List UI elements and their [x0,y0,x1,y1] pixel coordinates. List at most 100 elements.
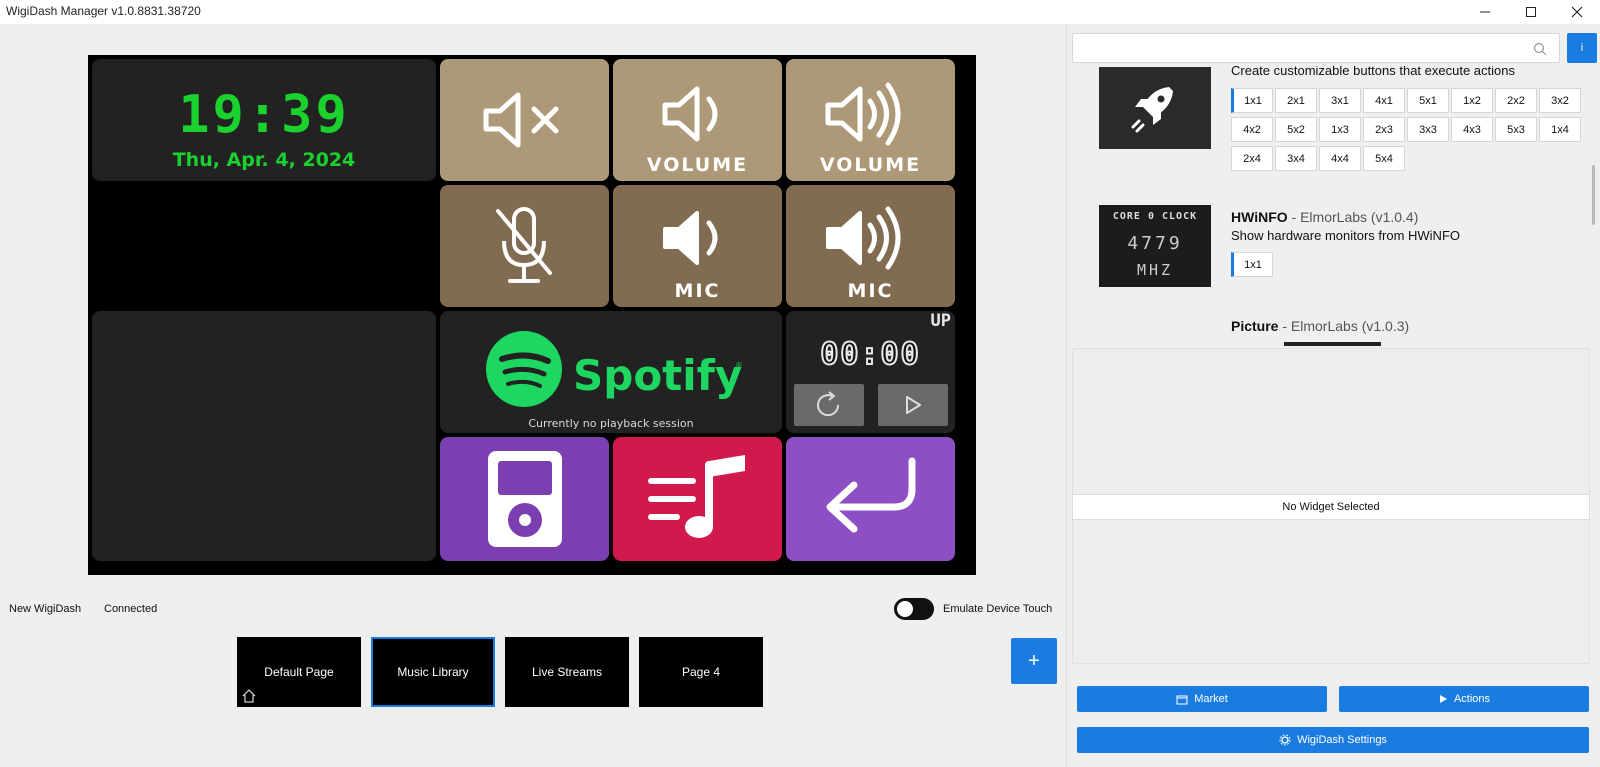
size-chip[interactable]: 2x4 [1231,146,1273,171]
close-icon [1571,6,1583,18]
search-icon [1533,42,1547,56]
page-tab-label: Default Page [264,665,334,679]
size-chip[interactable]: 5x1 [1407,88,1449,113]
wigidash-settings-button[interactable]: WigiDash Settings [1077,727,1589,753]
size-chip[interactable]: 3x1 [1319,88,1361,113]
widget-author: - ElmorLabs [1278,318,1358,334]
size-chip[interactable]: 3x2 [1539,88,1581,113]
size-chip[interactable]: 2x3 [1363,117,1405,142]
widget-list[interactable]: Create customizable buttons that execute… [1067,66,1587,348]
volume-down-tile[interactable]: VOLUME [613,59,782,181]
empty-widget-slot[interactable] [92,311,436,561]
connection-status: Connected [104,603,158,615]
mic-mute-tile[interactable] [440,185,609,307]
size-chip[interactable]: 4x1 [1363,88,1405,113]
page-tab-default[interactable]: Default Page [237,637,361,707]
mic-up-label: MIC [847,280,894,302]
size-chip[interactable]: 1x4 [1539,117,1581,142]
mic-up-tile[interactable]: MIC [786,185,955,307]
registered-mark: ® [736,361,742,370]
size-chip[interactable]: 1x3 [1319,117,1361,142]
widget-search[interactable] [1072,33,1560,63]
toggle-knob [897,601,913,617]
actions-label: Actions [1453,693,1491,705]
home-icon [242,689,256,703]
widget-version: (v1.0.4) [1370,209,1419,225]
music-player-tile[interactable] [440,437,609,561]
page-tab-music-library[interactable]: Music Library [371,637,495,707]
page-tab-label: Live Streams [531,665,603,679]
window-title: WigiDash Manager v1.0.8831.38720 [6,4,201,18]
widget-title-picture: Picture - ElmorLabs (v1.0.3) [1231,318,1409,334]
market-button[interactable]: Market [1077,686,1327,712]
search-input[interactable] [1081,39,1521,57]
page-tab-live-streams[interactable]: Live Streams [505,637,629,707]
clock-time: 19:39 [178,85,350,145]
maximize-icon [1526,7,1536,17]
widget-name: Picture [1231,318,1279,334]
mic-down-tile[interactable]: MIC [613,185,782,307]
emulate-touch-toggle[interactable] [894,598,934,620]
widget-description: Show hardware monitors from HWiNFO [1231,228,1460,243]
minimize-button[interactable] [1462,0,1508,24]
splitter-handle[interactable] [1284,342,1381,346]
size-chip[interactable]: 4x3 [1451,117,1493,142]
device-name: New WigiDash [9,603,82,615]
add-page-button[interactable]: + [1011,638,1057,684]
play-icon [906,396,921,414]
page-tab-label: Page 4 [681,665,721,679]
playlist-tile[interactable] [613,437,782,561]
size-chip[interactable]: 4x4 [1319,146,1361,171]
widget-list-scrollbar[interactable] [1592,165,1595,225]
info-button[interactable]: i [1567,33,1597,63]
size-chip[interactable]: 1x2 [1451,88,1493,113]
spotify-status: Currently no playback session [528,417,694,430]
hwinfo-thumb-title: CORE 0 CLOCK [1112,211,1198,222]
actions-button[interactable]: Actions [1339,686,1589,712]
size-chip[interactable]: 5x3 [1495,117,1537,142]
volume-up-tile[interactable]: VOLUME [786,59,955,181]
size-chip[interactable]: 1x1 [1231,252,1273,277]
widget-version: (v1.0.3) [1361,318,1410,334]
spotify-widget[interactable]: Spotify ® Currently no playback session [440,311,782,433]
size-chip[interactable]: 2x1 [1275,88,1317,113]
size-chip[interactable]: 5x2 [1275,117,1317,142]
minimize-icon [1480,11,1490,13]
size-chip[interactable]: 4x2 [1231,117,1273,142]
clock-date: Thu, Apr. 4, 2024 [172,149,356,171]
timer-play-button[interactable] [878,384,948,426]
no-widget-selected: No Widget Selected [1072,494,1590,520]
timer-reset-button[interactable] [794,384,864,426]
rocket-icon [1131,87,1173,133]
store-icon [1176,695,1188,705]
size-chip[interactable]: 1x1 [1231,88,1273,113]
size-chip[interactable]: 3x3 [1407,117,1449,142]
back-tile[interactable] [786,437,955,561]
widget-author: - ElmorLabs [1287,209,1368,225]
market-label: Market [1194,693,1228,705]
title-bar: WigiDash Manager v1.0.8831.38720 [0,0,1600,24]
timer-mode: UP [930,311,951,331]
maximize-button[interactable] [1508,0,1554,24]
mute-button-tile[interactable] [440,59,609,181]
close-button[interactable] [1554,0,1600,24]
device-canvas[interactable]: 19:39 Thu, Apr. 4, 2024 VOLUME VOLUME MI… [88,55,976,575]
size-chip[interactable]: 5x4 [1363,146,1405,171]
page-tab-page-4[interactable]: Page 4 [639,637,763,707]
playlist-icon [648,455,745,538]
timer-widget[interactable]: UP 00:00 [786,311,955,433]
widget-name: HWiNFO [1231,209,1288,225]
size-chip[interactable]: 3x4 [1275,146,1317,171]
mic-down-label: MIC [674,280,721,302]
refresh-icon [817,391,840,417]
widget-description: Create customizable buttons that execute… [1231,66,1515,78]
size-chip[interactable]: 2x2 [1495,88,1537,113]
spotify-name: Spotify [573,351,743,400]
widget-thumb-buttons[interactable] [1099,67,1211,149]
emulate-touch-label: Emulate Device Touch [943,603,1053,615]
page-tab-label: Music Library [397,665,469,679]
speaker-mute-icon [483,92,559,148]
widget-thumb-hwinfo[interactable]: CORE 0 CLOCK 4779 MHZ [1099,205,1211,287]
timer-time: 00:00 [819,336,921,373]
clock-widget[interactable]: 19:39 Thu, Apr. 4, 2024 [92,59,436,181]
